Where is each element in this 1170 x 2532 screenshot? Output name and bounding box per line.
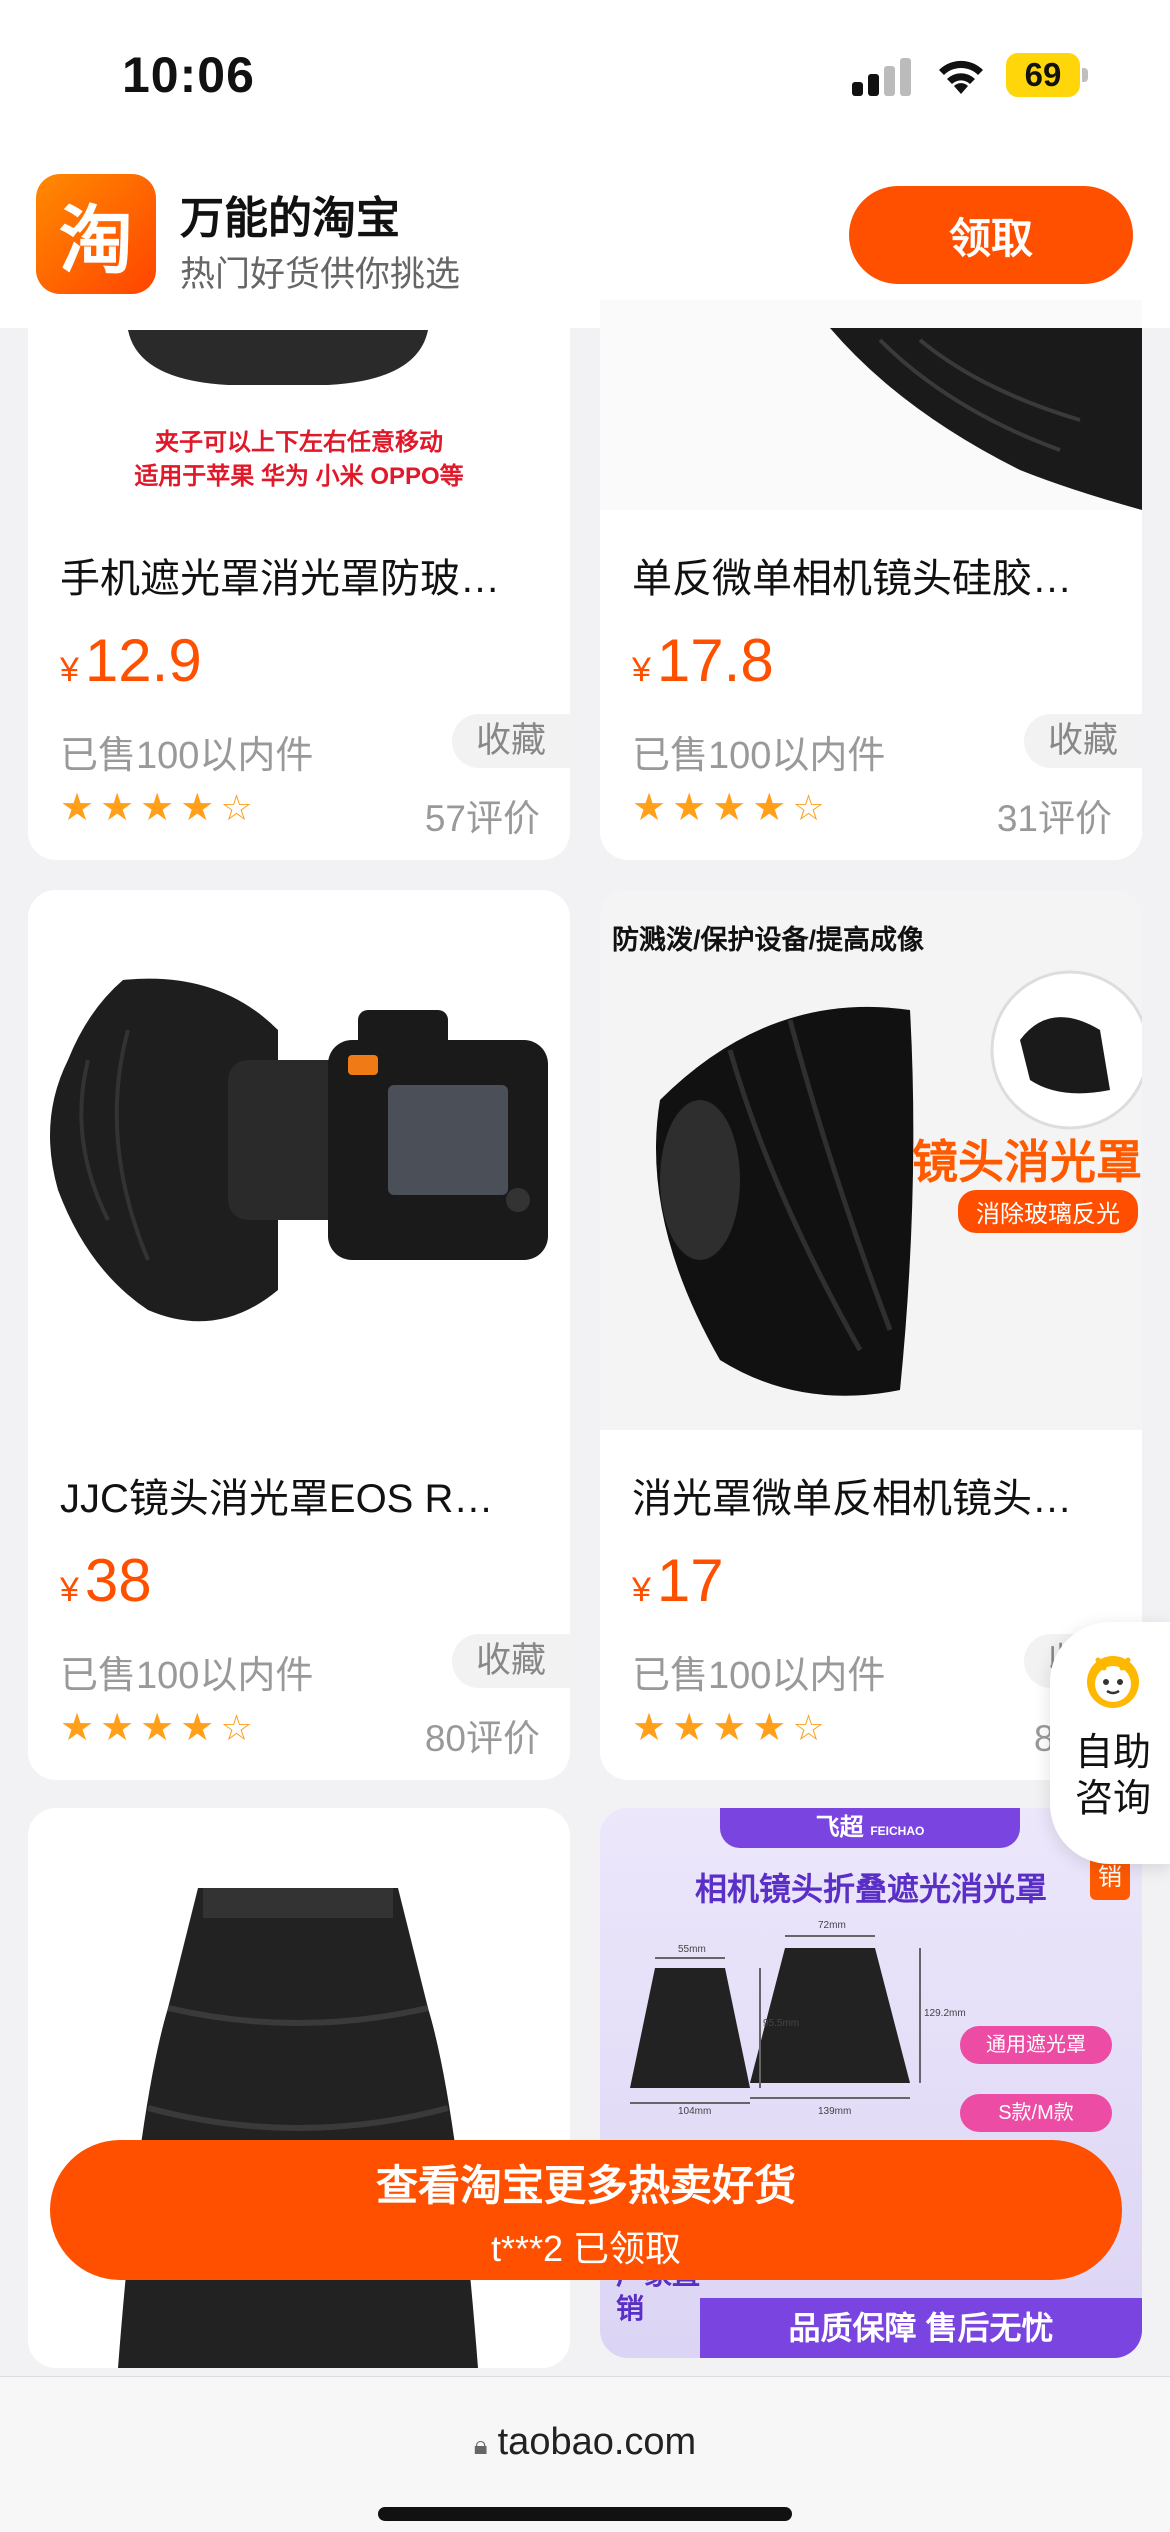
image-caption: 镜头消光罩 — [912, 1136, 1142, 1188]
product-card[interactable]: 单反微单相机镜头硅胶… ¥17.8 已售100以内件 收藏 ★ ★ ★ ★ ☆ 31评价 — [600, 300, 1142, 860]
wifi-icon — [939, 60, 983, 94]
product-image — [28, 1808, 570, 2368]
dimension-label: 129.2mm — [924, 2008, 966, 2019]
sold-count: 已售100以内件 — [60, 1655, 314, 1697]
sold-count: 已售100以内件 — [632, 735, 886, 777]
image-caption: 防溅泼/保护设备/提高成像 — [612, 925, 925, 955]
product-card[interactable] — [28, 1808, 570, 2368]
rating-stars-icon: ★ ★ ★ ★ ☆ — [60, 1707, 253, 1749]
app-subtitle: 热门好货供你挑选 — [180, 255, 461, 294]
dimension-label: 55mm — [678, 1944, 706, 1955]
product-title: JJC镜头消光罩EOS R… — [60, 1477, 494, 1521]
cellular-signal-icon — [852, 56, 912, 96]
rating-stars-icon: ★ ★ ★ ★ ☆ — [632, 1707, 825, 1749]
product-price: ¥12.9 — [60, 627, 202, 694]
lock-icon: 🔒︎ — [473, 2430, 488, 2460]
dimension-label: 104mm — [678, 2106, 712, 2117]
product-card[interactable]: 夹子可以上下左右任意移动 适用于苹果 华为 小米 OPPO等 手机遮光罩消光罩防… — [28, 300, 570, 860]
favorite-button[interactable]: 收藏 — [451, 714, 570, 768]
image-badge: S款/M款 — [960, 2094, 1112, 2132]
customer-service-button[interactable]: 自助咨询 — [1050, 1622, 1170, 1864]
browser-url-bar[interactable]: 🔒︎ taobao.com — [0, 2376, 1170, 2532]
product-image: 防溅泼/保护设备/提高成像 镜头消光罩 消除玻璃反光 — [600, 890, 1142, 1430]
battery-icon: 69 — [1006, 53, 1088, 97]
favorite-button[interactable]: 收藏 — [451, 1634, 570, 1688]
image-caption: 消除玻璃反光 — [958, 1190, 1138, 1233]
product-price: ¥17.8 — [632, 627, 774, 694]
dimension-label: 139mm — [818, 2106, 852, 2117]
status-bar: 10:06 69 — [0, 0, 1170, 160]
review-count: 57评价 — [424, 798, 540, 839]
product-image — [28, 890, 570, 1430]
image-footer: 品质保障 售后无忧 — [700, 2298, 1142, 2358]
product-title: 单反微单相机镜头硅胶… — [632, 557, 1072, 601]
url-text[interactable]: 🔒︎ taobao.com — [0, 2421, 1170, 2464]
dimension-label: 95.5mm — [763, 2018, 800, 2029]
product-title: 手机遮光罩消光罩防玻… — [60, 557, 500, 601]
sold-count: 已售100以内件 — [632, 1655, 886, 1697]
image-caption: 适用于苹果 华为 小米 OPPO等 — [134, 463, 464, 490]
cta-label: 查看淘宝更多热卖好货 — [375, 2162, 796, 2209]
chat-bot-icon — [1087, 1656, 1139, 1708]
rating-stars-icon: ★ ★ ★ ★ ☆ — [60, 787, 253, 829]
favorite-button[interactable]: 收藏 — [1023, 714, 1142, 768]
app-name: 万能的淘宝 — [180, 194, 400, 243]
product-image: 夹子可以上下左右任意移动 适用于苹果 华为 小米 OPPO等 — [28, 300, 570, 510]
image-caption: 夹子可以上下左右任意移动 — [155, 429, 443, 456]
review-count: 31评价 — [996, 798, 1112, 839]
service-label: 自助咨询 — [1074, 1732, 1151, 1820]
battery-level: 69 — [1006, 53, 1080, 97]
status-time: 10:06 — [122, 47, 255, 103]
product-title: 消光罩微单反相机镜头… — [632, 1477, 1072, 1521]
product-price: ¥17 — [632, 1547, 724, 1614]
product-card[interactable]: JJC镜头消光罩EOS R… ¥38 已售100以内件 收藏 ★ ★ ★ ★ ☆ 80评… — [28, 890, 570, 1780]
rating-stars-icon: ★ ★ ★ ★ ☆ — [632, 787, 825, 829]
sold-count: 已售100以内件 — [60, 735, 314, 777]
home-indicator[interactable] — [378, 2507, 792, 2521]
open-taobao-button[interactable]: 查看淘宝更多热卖好货 t***2 已领取 — [50, 2140, 1122, 2280]
review-count: 80评价 — [424, 1718, 540, 1759]
dimension-label: 72mm — [818, 1920, 846, 1931]
product-price: ¥38 — [60, 1547, 152, 1614]
cta-claimed-text: t***2 已领取 — [490, 2228, 682, 2269]
claim-button[interactable]: 领取 — [849, 186, 1133, 284]
image-badge: 通用遮光罩 — [960, 2026, 1112, 2064]
product-image — [600, 300, 1142, 510]
taobao-logo: 淘 — [36, 174, 156, 294]
